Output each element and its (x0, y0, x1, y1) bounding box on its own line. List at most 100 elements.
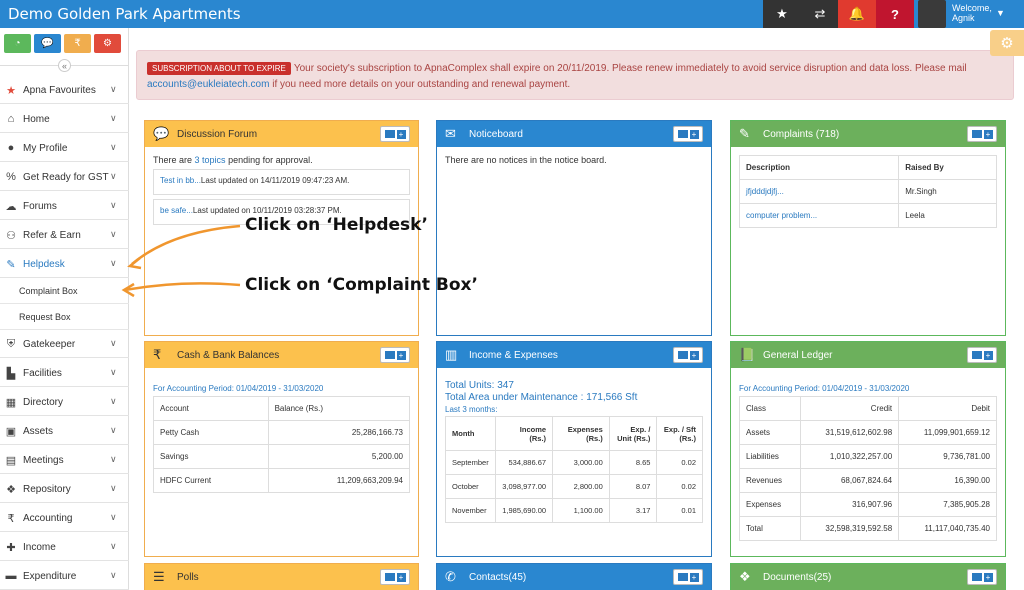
income-body: Total Units: 347 Total Area under Mainte… (445, 380, 703, 523)
general-ledger-panel: 📗 General Ledger + For Accounting Period: … (730, 341, 1006, 557)
sidebar-subitem-request-box[interactable]: Request Box (0, 304, 129, 330)
list-add-button[interactable]: + (673, 347, 703, 363)
gear-icon[interactable]: ⚙ (990, 30, 1024, 56)
sidebar-item-forums[interactable]: ☁ Forums ∨ (0, 192, 129, 220)
sidebar-item-gatekeeper[interactable]: ⛨ Gatekeeper ∨ (0, 330, 129, 358)
table-cell: Petty Cash (153, 420, 269, 445)
chevron-down-icon: ∨ (110, 338, 117, 348)
table-cell: 16,390.00 (898, 468, 997, 493)
welcome-label: Welcome, (952, 3, 992, 13)
sidebar-item-label: Repository (23, 484, 71, 495)
panel-header: ☰ Polls + (145, 564, 418, 590)
noticeboard-panel: ✉ Noticeboard + There are no notices in th… (436, 120, 712, 336)
list-item[interactable]: Test in bb...Last updated on 14/11/2019 … (153, 169, 410, 195)
table-cell: 316,907.96 (799, 492, 900, 517)
sidebar-item-income[interactable]: ✚ Income ∨ (0, 533, 129, 561)
column-header: Debit (898, 396, 997, 421)
chevron-down-icon: ∨ (110, 541, 117, 551)
list-add-button[interactable]: + (380, 126, 410, 142)
column-header: Account (153, 396, 269, 421)
table-cell: 3.17 (608, 498, 658, 523)
table-row: Liabilities 1,010,322,257.00 9,736,781.00 (739, 444, 997, 469)
cash-body: For Accounting Period: 01/04/2019 - 31/0… (153, 384, 411, 493)
sidebar-item-assets[interactable]: ▣ Assets ∨ (0, 417, 129, 445)
avatar (918, 0, 946, 28)
table-cell: Assets (739, 420, 801, 445)
sidebar-item-refer-earn[interactable]: ⚇ Refer & Earn ∨ (0, 221, 129, 249)
table-cell: 3,000.00 (552, 450, 610, 475)
sidebar-item-repository[interactable]: ❖ Repository ∨ (0, 475, 129, 503)
list-icon: ☰ (153, 569, 165, 584)
column-header: Balance (Rs.) (267, 396, 411, 421)
user-menu[interactable]: Welcome, Agnik ▼ (914, 0, 1024, 28)
sidebar-item-accounting[interactable]: ₹ Accounting ∨ (0, 504, 129, 532)
chevron-down-icon: ∨ (110, 258, 117, 268)
expiry-badge: SUBSCRIPTION ABOUT TO EXPIRE (147, 62, 291, 75)
list-add-button[interactable]: + (967, 126, 997, 142)
rupee-icon[interactable]: ₹ (64, 34, 91, 53)
collapse-sidebar-button[interactable]: « (58, 59, 71, 72)
table-row[interactable]: computer problem... Leela (738, 203, 997, 228)
topic-date: Last updated on 10/11/2019 03:28:37 PM. (192, 206, 342, 215)
top-bar: Demo Golden Park Apartments ★ ⇄ 🔔 ? Welc… (0, 0, 1024, 28)
quick-buttons: ◔ 💬 ₹ ⚙ (4, 34, 121, 53)
help-icon[interactable]: ? (876, 0, 914, 28)
table-row[interactable]: jfjdddjdjfj... Mr.Singh (738, 179, 997, 204)
column-header: Class (739, 396, 801, 421)
forum-text-2: pending for approval. (225, 155, 313, 165)
panel-header: ✉ Noticeboard + (437, 121, 711, 147)
bell-icon[interactable]: 🔔 (838, 0, 876, 28)
table-row: Petty Cash 25,286,166.73 (153, 420, 411, 445)
arrow-head (127, 257, 142, 270)
table-cell: Savings (153, 444, 269, 469)
ledger-table: Class Credit Debit Assets 31,519,612,602.98… (739, 396, 997, 541)
shuffle-icon[interactable]: ⇄ (801, 0, 839, 28)
sidebar-item-my-profile[interactable]: ● My Profile ∨ (0, 134, 129, 162)
sidebar-item-gst[interactable]: % Get Ready for GST ∨ (0, 163, 129, 191)
topic-link[interactable]: Test in bb... (160, 176, 201, 185)
sidebar-item-helpdesk[interactable]: ✎ Helpdesk ∨ (0, 250, 129, 278)
sidebar-item-label: Get Ready for GST (23, 172, 109, 183)
sidebar-item-label: My Profile (23, 143, 68, 154)
list-add-button[interactable]: + (673, 126, 703, 142)
panel-title: Complaints (718) (763, 129, 840, 140)
table-cell: Liabilities (739, 444, 801, 469)
panel-title: Contacts(45) (469, 572, 527, 583)
sidebar-item-meetings[interactable]: ▤ Meetings ∨ (0, 446, 129, 474)
table-header-row: Class Credit Debit (739, 396, 997, 421)
complaint-link[interactable]: jfjdddjdjfj... (738, 179, 900, 204)
chat-icon[interactable]: 💬 (34, 34, 61, 53)
topics-link[interactable]: 3 topics (195, 155, 226, 165)
accounting-period: For Accounting Period: 01/04/2019 - 31/0… (153, 384, 324, 393)
panel-title: Income & Expenses (469, 350, 558, 361)
sidebar: ◔ 💬 ₹ ⚙ « ★ Apna Favourites ∨ ⌂ Home ∨ ● My P… (0, 28, 129, 590)
table-cell: 0.02 (656, 474, 703, 499)
dashboard-icon[interactable]: ◔ (4, 34, 31, 53)
complaint-link[interactable]: computer problem... (738, 203, 900, 228)
topic-link[interactable]: be safe... (160, 206, 193, 215)
list-add-button[interactable]: + (967, 569, 997, 585)
table-cell: 3,098,977.00 (494, 474, 554, 499)
list-add-button[interactable]: + (673, 569, 703, 585)
table-cell: November (445, 498, 496, 523)
sidebar-item-facilities[interactable]: ▙ Facilities ∨ (0, 359, 129, 387)
panel-title: Cash & Bank Balances (177, 350, 280, 361)
topic-date: Last updated on 14/11/2019 09:47:23 AM. (200, 176, 350, 185)
list-add-button[interactable]: + (380, 347, 410, 363)
sidebar-item-expenditure[interactable]: ▬ Expenditure ∨ (0, 562, 129, 590)
list-add-button[interactable]: + (967, 347, 997, 363)
cogs-icon[interactable]: ⚙ (94, 34, 121, 53)
list-add-button[interactable]: + (380, 569, 410, 585)
table-row: Revenues 68,067,824.64 16,390.00 (739, 468, 997, 493)
rupee-icon: ₹ (153, 347, 162, 362)
table-cell: 1,010,322,257.00 (799, 444, 900, 469)
sidebar-item-home[interactable]: ⌂ Home ∨ (0, 105, 129, 133)
sidebar-item-apna-favourites[interactable]: ★ Apna Favourites ∨ (0, 76, 129, 104)
sidebar-item-label: Directory (23, 397, 64, 408)
mail-link[interactable]: accounts@eukleiatech.com (147, 79, 269, 90)
table-cell: Total (739, 516, 801, 541)
sidebar-item-directory[interactable]: ▦ Directory ∨ (0, 388, 129, 416)
user-icon: ● (7, 142, 15, 154)
star-icon[interactable]: ★ (763, 0, 801, 28)
sidebar-subitem-complaint-box[interactable]: Complaint Box (0, 278, 129, 304)
